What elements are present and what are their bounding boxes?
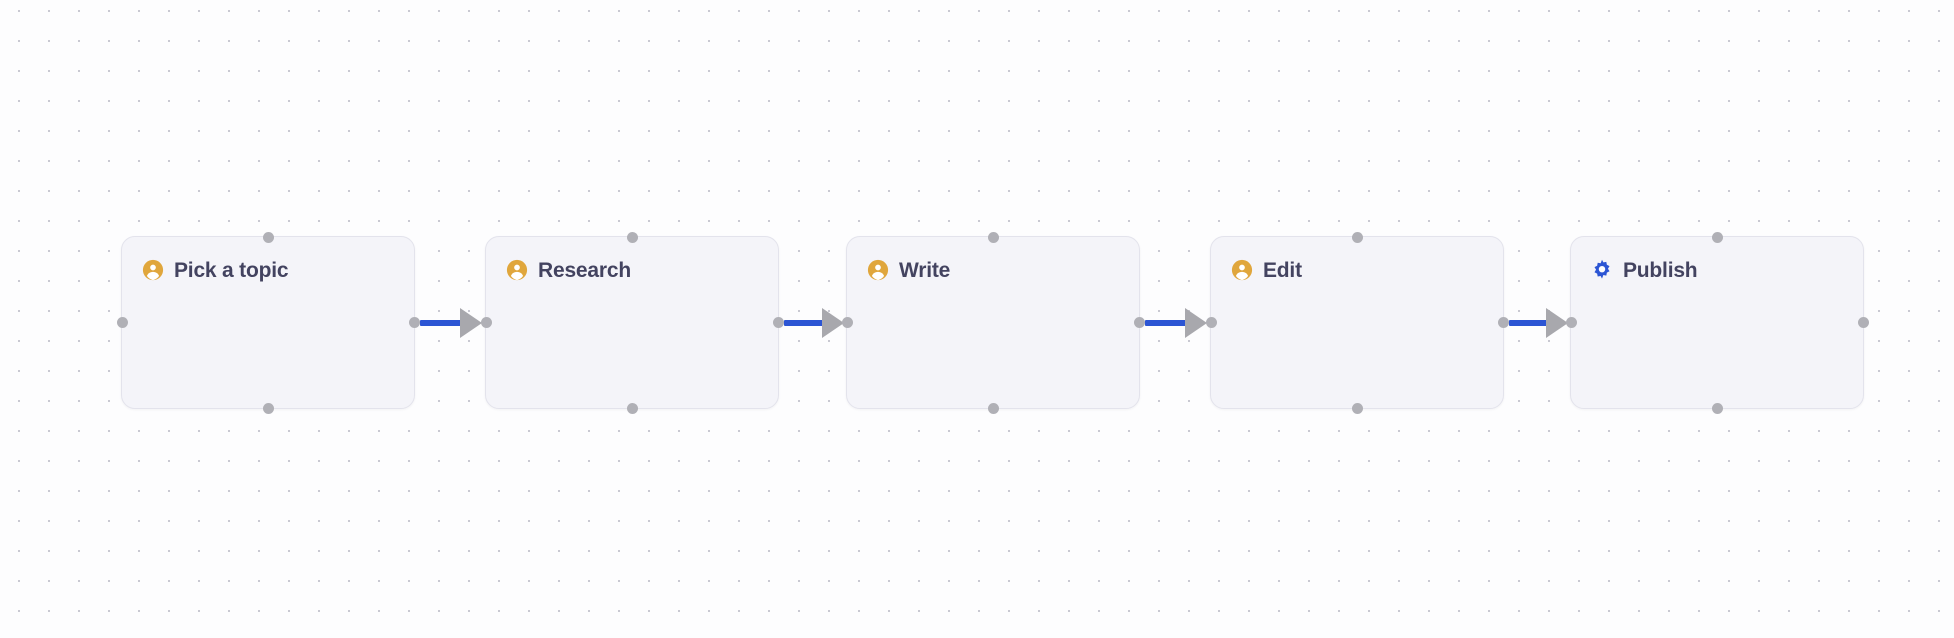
connection-handle-top[interactable] [1351, 231, 1363, 243]
connection-handle-right[interactable] [408, 317, 420, 328]
node-header: Publish [1571, 237, 1863, 285]
workflow-edge-edit-publish[interactable] [1509, 308, 1568, 338]
connection-handle-bottom[interactable] [1711, 402, 1723, 414]
connection-handle-bottom[interactable] [987, 402, 999, 414]
node-title: Research [538, 258, 631, 282]
user-icon [867, 259, 889, 281]
node-header: Edit [1211, 237, 1503, 285]
connection-handle-bottom[interactable] [262, 402, 274, 414]
node-header: Research [486, 237, 778, 285]
connection-handle-top[interactable] [626, 231, 638, 243]
connection-handle-left[interactable] [116, 317, 128, 328]
arrowhead-icon [822, 308, 844, 338]
workflow-edge-pick-a-topic-research[interactable] [420, 308, 482, 338]
connection-handle-right[interactable] [1497, 317, 1509, 328]
connection-handle-left[interactable] [480, 317, 492, 328]
arrowhead-icon [460, 308, 482, 338]
workflow-node-pick-a-topic[interactable]: Pick a topic [116, 231, 420, 414]
user-icon [1231, 259, 1253, 281]
connection-handle-bottom[interactable] [1351, 402, 1363, 414]
workflow-edge-write-edit[interactable] [1145, 308, 1207, 338]
connection-handle-top[interactable] [262, 231, 274, 243]
arrowhead-icon [1546, 308, 1568, 338]
workflow-canvas[interactable]: Pick a topic Research Write Edit Publish [0, 0, 1954, 638]
connection-handle-top[interactable] [987, 231, 999, 243]
connection-handle-left[interactable] [841, 317, 853, 328]
edge-line [1145, 320, 1186, 326]
connection-handle-bottom[interactable] [626, 402, 638, 414]
node-title: Write [899, 258, 951, 282]
connection-handle-right[interactable] [772, 317, 784, 328]
node-header: Write [847, 237, 1139, 285]
node-title: Edit [1263, 258, 1302, 282]
node-title: Publish [1623, 258, 1698, 282]
edge-line [1509, 320, 1547, 326]
connection-handle-right[interactable] [1133, 317, 1145, 328]
workflow-node-publish[interactable]: Publish [1565, 231, 1869, 414]
edge-line [420, 320, 461, 326]
user-icon [142, 259, 164, 281]
connection-handle-right[interactable] [1857, 317, 1869, 328]
arrowhead-icon [1185, 308, 1207, 338]
connection-handle-left[interactable] [1565, 317, 1577, 328]
workflow-node-research[interactable]: Research [480, 231, 784, 414]
node-title: Pick a topic [174, 258, 289, 282]
workflow-node-edit[interactable]: Edit [1205, 231, 1509, 414]
workflow-edge-research-write[interactable] [784, 308, 844, 338]
gear-icon [1591, 259, 1613, 281]
node-header: Pick a topic [122, 237, 414, 285]
user-icon [506, 259, 528, 281]
edge-line [784, 320, 823, 326]
workflow-node-write[interactable]: Write [841, 231, 1145, 414]
connection-handle-top[interactable] [1711, 231, 1723, 243]
connection-handle-left[interactable] [1205, 317, 1217, 328]
